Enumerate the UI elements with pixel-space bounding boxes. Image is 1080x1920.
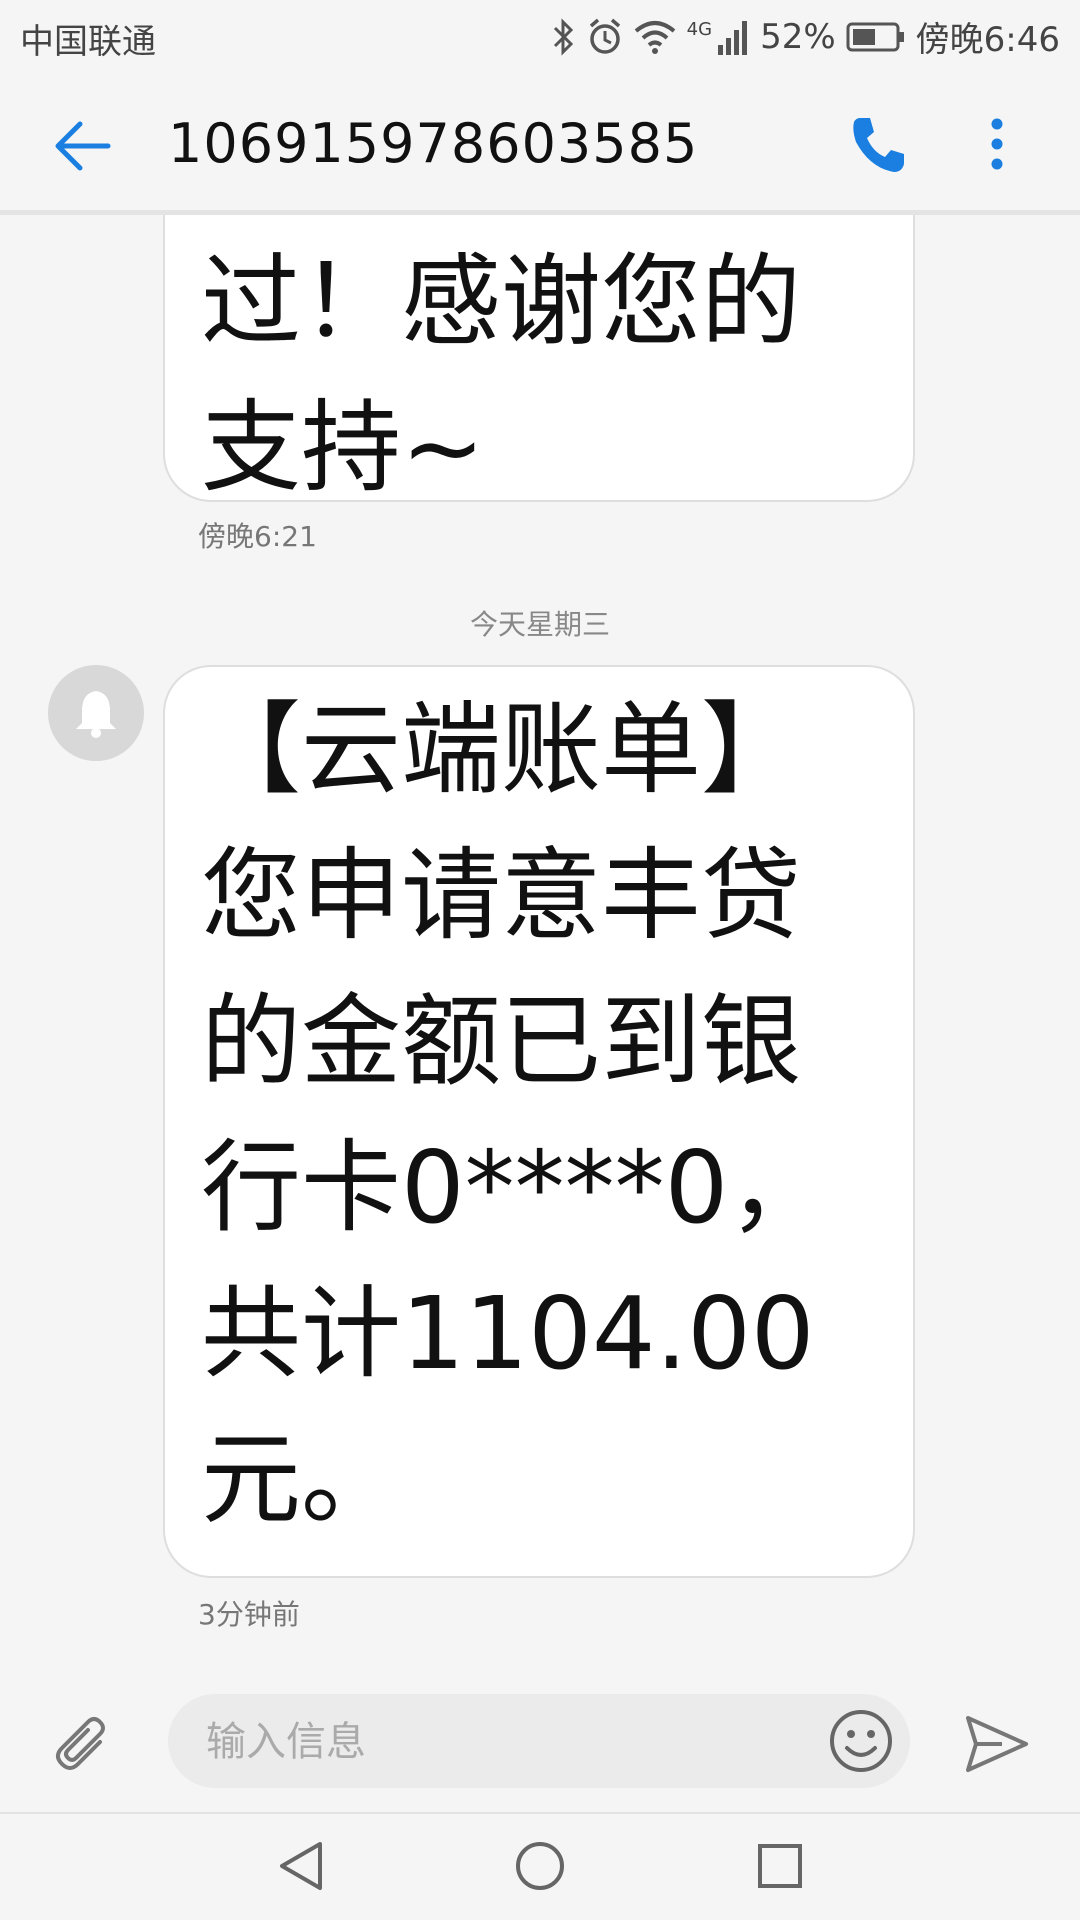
- message-bubble[interactable]: 过！感谢您的支持~: [163, 215, 915, 506]
- status-bar: 中国联通 4G 52% 傍晚6:46: [0, 0, 1080, 76]
- conversation-header: 106915978603585: [0, 76, 1080, 215]
- date-divider: 今天星期三: [469, 608, 610, 641]
- status-icons: 4G 52% 傍晚6:46: [551, 12, 1060, 61]
- emoji-icon[interactable]: [828, 1708, 894, 1774]
- nav-recents-icon[interactable]: [752, 1836, 808, 1896]
- message-timestamp: 3分钟前: [198, 1598, 300, 1631]
- network-type-label: 4G: [686, 19, 713, 40]
- bluetooth-icon: [553, 17, 573, 56]
- nav-home-icon[interactable]: [512, 1836, 568, 1896]
- message-bubble[interactable]: 【云端账单】您申请意丰贷的金额已到银行卡0****0，共计1104.00元。: [163, 665, 915, 1578]
- messaging-screen: 中国联通 4G 52% 傍晚6:46 106915978603585 过！感谢您…: [0, 0, 1080, 1920]
- more-vert-icon[interactable]: [970, 112, 1024, 176]
- nav-back-icon[interactable]: [272, 1836, 328, 1896]
- message-input-container[interactable]: [168, 1694, 910, 1788]
- message-timestamp: 傍晚6:21: [198, 520, 317, 553]
- message-list[interactable]: 过！感谢您的支持~ 傍晚6:21 今天星期三 【云端账单】您申请意丰贷的金额已到…: [0, 215, 1080, 1670]
- notification-bell-icon: [76, 691, 116, 738]
- signal-icon: [718, 20, 748, 55]
- alarm-icon: [589, 18, 620, 54]
- message-composer: [0, 1670, 1080, 1810]
- clock: 傍晚6:46: [915, 20, 1060, 60]
- send-icon[interactable]: [962, 1712, 1032, 1776]
- contact-number: 106915978603585: [168, 112, 699, 175]
- phone-call-icon[interactable]: [846, 112, 910, 176]
- system-navigation-bar: [0, 1812, 1080, 1920]
- back-arrow-icon[interactable]: [50, 114, 114, 178]
- message-input[interactable]: [204, 1704, 768, 1780]
- attachment-icon[interactable]: [50, 1712, 120, 1782]
- battery-icon: [846, 22, 904, 51]
- battery-percent: 52%: [760, 16, 836, 57]
- wifi-icon: [634, 20, 675, 54]
- sender-avatar[interactable]: [48, 665, 144, 761]
- carrier-label: 中国联通: [20, 22, 156, 62]
